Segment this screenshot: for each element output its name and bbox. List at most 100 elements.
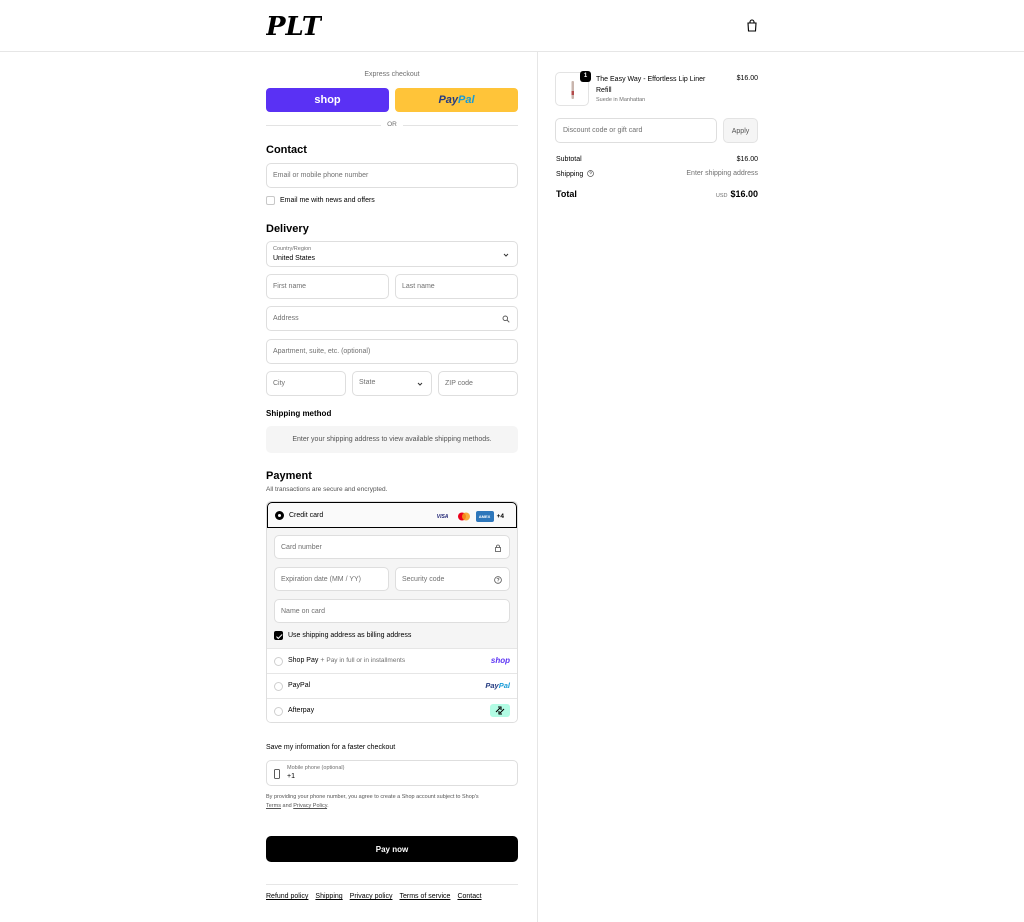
order-summary-panel [537,52,1024,922]
card-number-placeholder: Card number [281,544,322,551]
paypal-logo-part2: Pal [498,681,510,690]
payment-title: Payment [266,470,312,482]
payment-option-paypal[interactable]: PayPal PayPal [267,673,517,698]
disclaimer-and: and [282,803,292,809]
visa-icon: VISA [436,513,449,520]
search-icon [502,315,510,323]
card-number-field[interactable]: Card number [274,535,510,559]
header: PLT [0,0,1024,52]
credit-card-radio[interactable] [275,511,284,520]
express-checkout-label: Express checkout [364,71,420,78]
shipping-label: Shipping [556,171,584,178]
zip-placeholder: ZIP code [445,380,473,387]
first-name-field[interactable]: First name [266,274,389,299]
terms-link[interactable]: Terms [266,803,281,809]
country-select[interactable]: Country/Region United States [266,241,518,267]
privacy-policy-link[interactable]: Privacy policy [350,893,393,900]
credit-card-label: Credit card [289,512,324,519]
billing-address-checkbox[interactable] [274,631,283,640]
paypal-logo: Pay [438,94,459,106]
afterpay-label: Afterpay [288,707,315,714]
help-circle-icon[interactable] [494,576,502,584]
zip-field[interactable]: ZIP code [438,371,518,396]
payment-methods: Credit card VISA AMEX +4 Card number Exp… [266,501,518,723]
shop-pay-option-text: Shop Pay + Pay in full or in installment… [288,657,406,664]
paypal-logo-part1: Pay [485,681,499,690]
country-value: United States [273,255,316,262]
product-variant: Suede in Manhattan [596,97,646,103]
contact-link[interactable]: Contact [457,893,481,900]
afterpay-radio[interactable] [274,707,283,716]
apply-discount-button[interactable]: Apply [723,118,758,143]
payment-option-credit-card[interactable]: Credit card VISA AMEX +4 [267,502,517,528]
shop-pay-label: Shop Pay [288,657,319,664]
payment-subtitle: All transactions are secure and encrypte… [266,486,388,493]
paypal-logo-suffix: Pal [458,94,475,106]
or-label: OR [381,121,403,128]
city-placeholder: City [273,380,286,387]
paypal-logo: PayPal [485,681,510,690]
product-price: $16.00 [736,75,758,82]
mobile-phone-label: Mobile phone (optional) [287,765,345,771]
state-select[interactable]: State [352,371,432,396]
shop-pay-button[interactable]: shop [266,88,389,112]
phone-icon [274,769,280,779]
pay-now-button[interactable]: Pay now [266,836,518,862]
name-on-card-placeholder: Name on card [281,608,325,615]
shipping-value: Enter shipping address [686,170,758,177]
email-field[interactable]: Email or mobile phone number [266,163,518,188]
name-on-card-field[interactable]: Name on card [274,599,510,623]
total-value-wrap: USD $16.00 [716,189,758,199]
expiry-field[interactable]: Expiration date (MM / YY) [274,567,389,591]
shop-disclaimer: By providing your phone number, you agre… [266,793,518,811]
save-info-title: Save my information for a faster checkou… [266,744,396,751]
newsletter-checkbox[interactable] [266,196,275,205]
billing-address-label: Use shipping address as billing address [288,632,412,639]
total-value: $16.00 [730,189,758,199]
last-name-placeholder: Last name [402,283,435,290]
paypal-button[interactable]: Pay Pal [395,88,518,112]
svg-text:PLT: PLT [266,12,322,41]
terms-of-service-link[interactable]: Terms of service [399,893,450,900]
country-label: Country/Region [273,246,312,252]
help-circle-icon[interactable] [587,170,595,177]
city-field[interactable]: City [266,371,346,396]
shop-pay-logo: shop [490,656,510,665]
payment-option-shop-pay[interactable]: Shop Pay + Pay in full or in installment… [267,648,517,673]
footer-divider [266,884,518,885]
address-placeholder: Address [273,315,299,322]
last-name-field[interactable]: Last name [395,274,518,299]
shop-pay-sub: Pay in full or in installments [326,657,406,664]
discount-placeholder: Discount code or gift card [563,127,643,134]
subtotal-label: Subtotal [556,156,582,163]
disclaimer-period: . [327,803,329,809]
shop-pay-radio[interactable] [274,657,283,666]
contact-title: Contact [266,144,307,156]
apartment-placeholder: Apartment, suite, etc. (optional) [273,348,371,355]
discount-code-field[interactable]: Discount code or gift card [555,118,717,143]
security-code-field[interactable]: Security code [395,567,510,591]
address-field[interactable]: Address [266,306,518,331]
privacy-policy-link[interactable]: Privacy Policy [293,803,327,809]
chevron-down-icon [417,382,423,386]
chevron-down-icon [503,253,509,257]
total-label: Total [556,189,577,199]
mobile-phone-value: +1 [287,773,295,780]
brand-logo[interactable]: PLT [266,11,322,41]
disclaimer-text: By providing your phone number, you agre… [266,794,479,800]
shipping-link[interactable]: Shipping [315,893,342,900]
mobile-phone-field[interactable]: Mobile phone (optional) +1 [266,760,518,786]
paypal-radio[interactable] [274,682,283,691]
product-name: The Easy Way - Effortless Lip Liner Refi… [596,76,706,94]
email-placeholder: Email or mobile phone number [273,172,369,179]
apartment-field[interactable]: Apartment, suite, etc. (optional) [266,339,518,364]
shopping-bag-icon[interactable] [746,19,758,32]
refund-policy-link[interactable]: Refund policy [266,893,308,900]
shop-pay-logo: shop [314,94,341,106]
shipping-method-message: Enter your shipping address to view avai… [266,426,518,453]
afterpay-logo-icon [490,704,510,717]
credit-card-form: Card number Expiration date (MM / YY) Se… [267,528,517,648]
total-row: Total USD $16.00 [556,189,758,201]
payment-option-afterpay[interactable]: Afterpay [267,698,517,722]
more-cards-count: +4 [496,513,504,520]
